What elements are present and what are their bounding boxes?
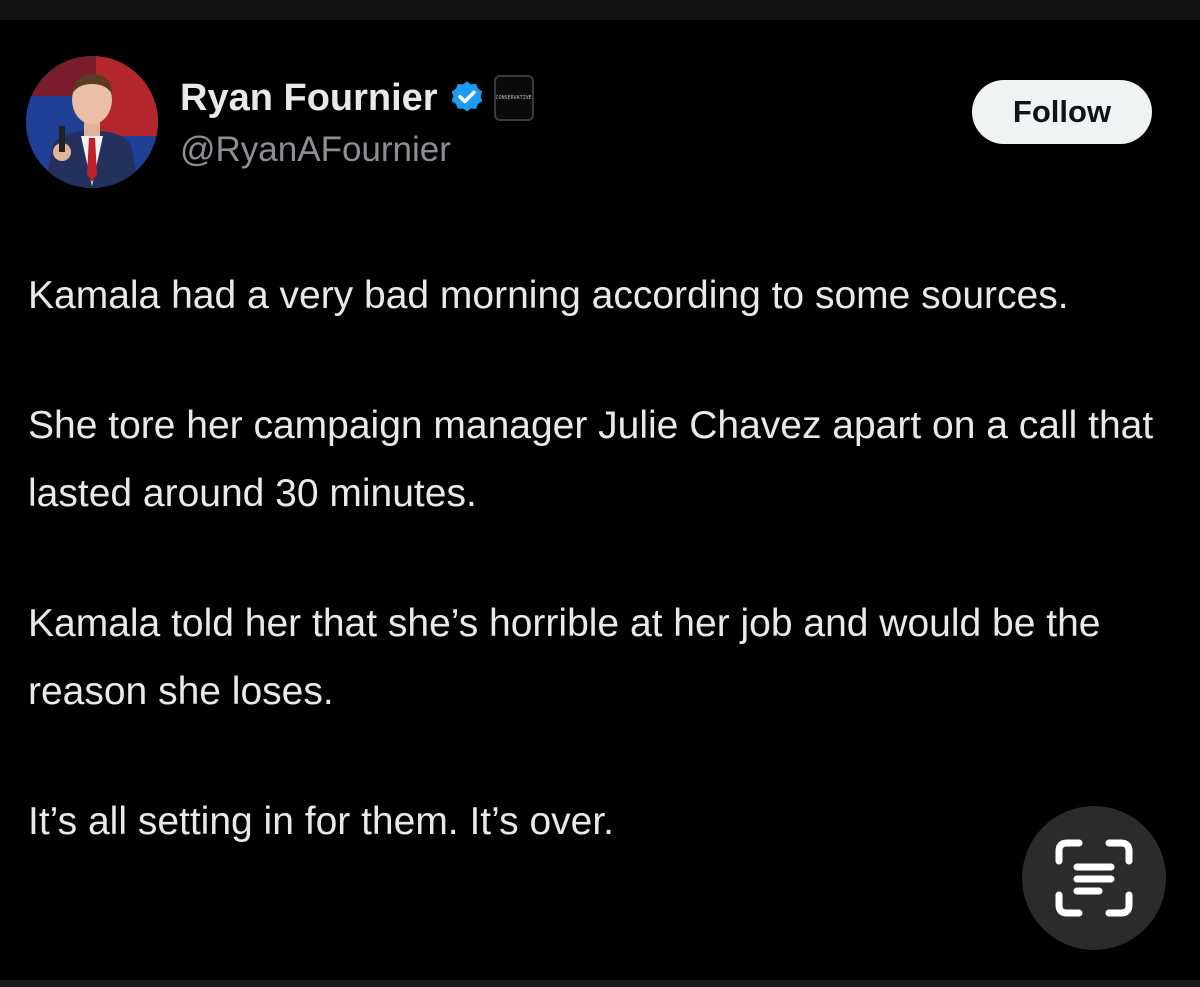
follow-button[interactable]: Follow — [972, 80, 1152, 144]
text-scan-button[interactable] — [1022, 806, 1166, 950]
user-handle[interactable]: @RyanAFournier — [180, 130, 451, 170]
tweet-paragraph: She tore her campaign manager Julie Chav… — [28, 404, 1154, 515]
bottom-edge — [0, 980, 1200, 987]
avatar[interactable] — [26, 56, 158, 188]
tweet-text: Kamala had a very bad morning according … — [28, 262, 1178, 856]
affiliation-badge-icon[interactable]: CONSERVATIVE — [493, 75, 534, 121]
top-bar — [0, 0, 1200, 20]
verified-badge-icon — [448, 79, 486, 117]
tweet-header: Ryan Fournier CONSERVATIVE @RyanAFournie… — [0, 20, 1200, 210]
name-row: Ryan Fournier CONSERVATIVE — [180, 74, 534, 122]
profile-photo — [26, 56, 158, 188]
tweet-paragraph: Kamala had a very bad morning according … — [28, 274, 1069, 317]
tweet-paragraph: Kamala told her that she’s horrible at h… — [28, 602, 1101, 713]
affiliation-text: CONSERVATIVE — [495, 95, 532, 101]
display-name[interactable]: Ryan Fournier — [180, 77, 438, 120]
tweet-paragraph: It’s all setting in for them. It’s over. — [28, 800, 614, 843]
text-scan-icon — [1055, 839, 1133, 917]
